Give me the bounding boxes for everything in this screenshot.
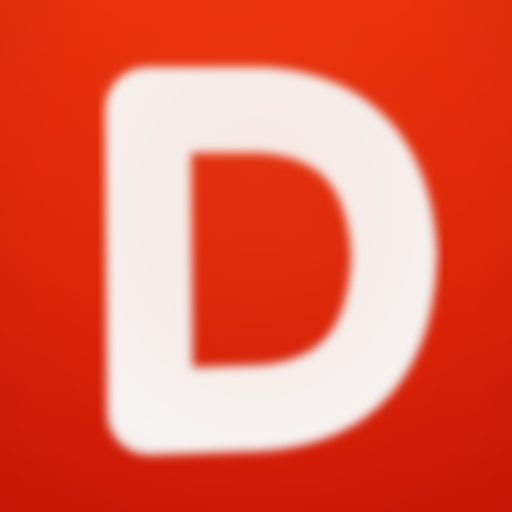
- letter-d-shape: [105, 67, 437, 455]
- app-icon: D: [0, 0, 512, 512]
- letter-d-icon: [105, 67, 437, 455]
